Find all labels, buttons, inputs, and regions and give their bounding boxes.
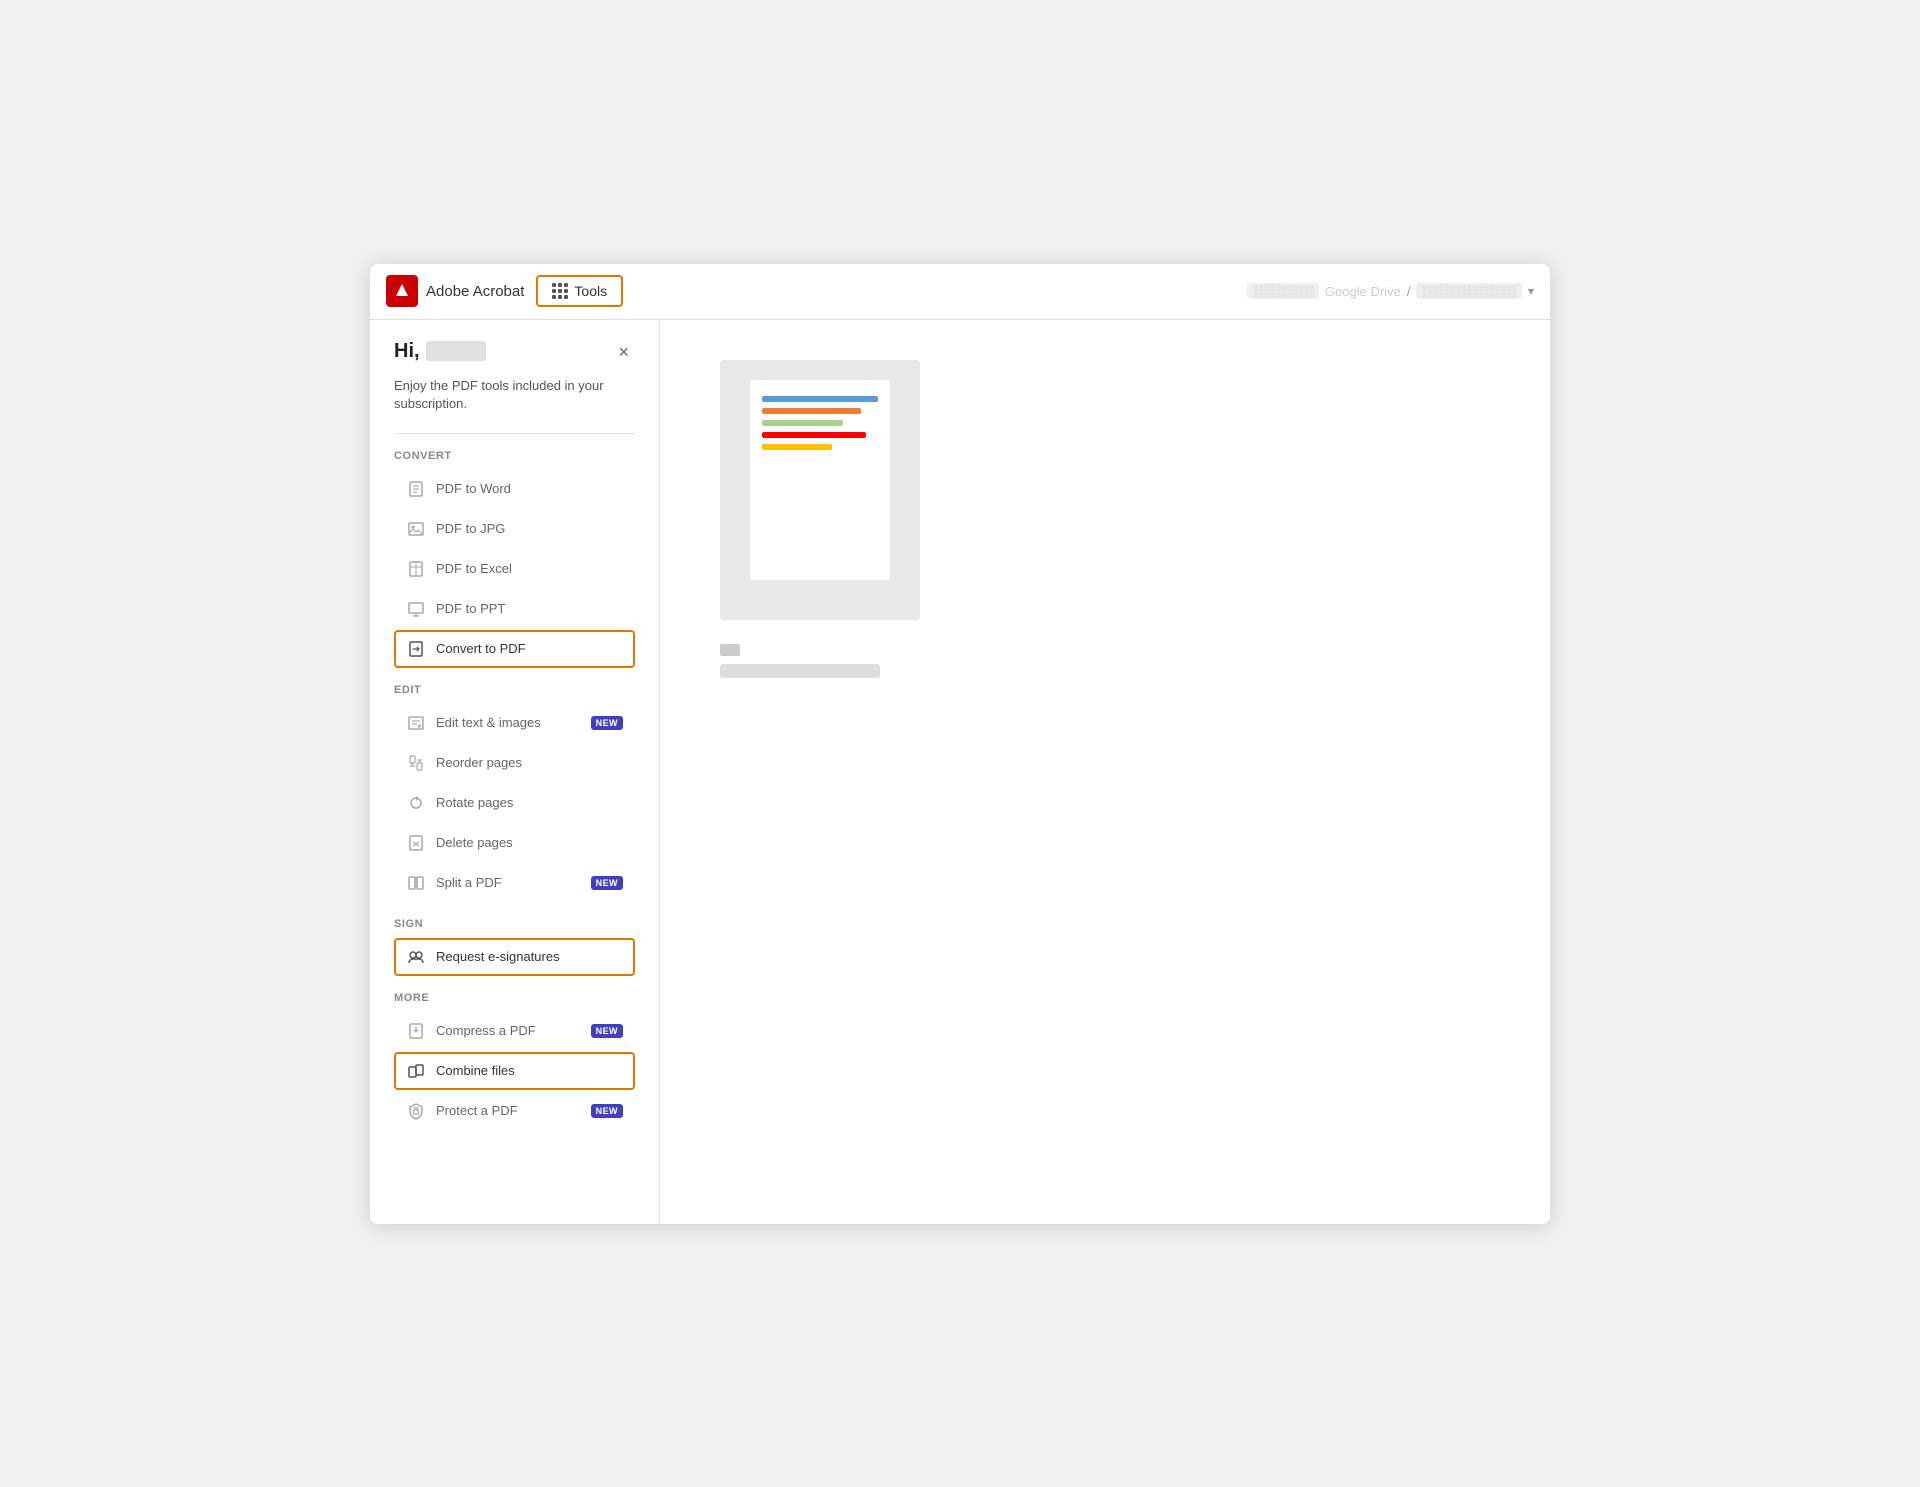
menu-item-compress-pdf[interactable]: Compress a PDF NEW	[394, 1012, 635, 1050]
menu-label-edit-text-images: Edit text & images	[436, 715, 581, 730]
chevron-down-icon[interactable]: ▾	[1528, 284, 1534, 298]
menu-item-rotate-pages[interactable]: Rotate pages	[394, 784, 635, 822]
app-window: Adobe Acrobat Tools ░░░░░░░ Google Drive…	[370, 264, 1550, 1224]
section-label-more: MORE	[394, 992, 635, 1004]
menu-label-pdf-to-excel: PDF to Excel	[436, 561, 623, 576]
menu-item-pdf-to-ppt[interactable]: PDF to PPT	[394, 590, 635, 628]
menu-item-pdf-to-jpg[interactable]: PDF to JPG	[394, 510, 635, 548]
menu-item-delete-pages[interactable]: Delete pages	[394, 824, 635, 862]
section-label-edit: EDIT	[394, 684, 635, 696]
file-name-blur	[720, 664, 880, 678]
header-file: ░░░░░░░░░░░	[1416, 283, 1522, 299]
tools-label: Tools	[574, 283, 607, 299]
menu-label-pdf-to-ppt: PDF to PPT	[436, 601, 623, 616]
page-count-blur	[720, 644, 740, 656]
header: Adobe Acrobat Tools ░░░░░░░ Google Drive…	[370, 264, 1550, 320]
greeting-name	[426, 341, 486, 361]
edit-icon	[406, 713, 426, 733]
header-right: ░░░░░░░ Google Drive / ░░░░░░░░░░░ ▾	[1247, 283, 1534, 299]
menu-item-combine-files[interactable]: Combine files	[394, 1052, 635, 1090]
tools-button[interactable]: Tools	[536, 275, 623, 307]
close-button[interactable]: ×	[612, 340, 635, 365]
body: Hi, × Enjoy the PDF tools included in yo…	[370, 320, 1550, 1224]
img-icon	[406, 519, 426, 539]
badge-new-protect-pdf: NEW	[591, 1104, 623, 1118]
section-edit: EDIT Edit text & images NEW Reorder pages Ro…	[394, 684, 635, 902]
menu-label-pdf-to-word: PDF to Word	[436, 481, 623, 496]
menu-label-convert-to-pdf: Convert to PDF	[436, 641, 623, 656]
menu-label-rotate-pages: Rotate pages	[436, 795, 623, 810]
menu-item-convert-to-pdf[interactable]: Convert to PDF	[394, 630, 635, 668]
delete-icon	[406, 833, 426, 853]
section-more: MORE Compress a PDF NEW Combine files Protec…	[394, 992, 635, 1130]
rotate-icon	[406, 793, 426, 813]
section-label-sign: SIGN	[394, 918, 635, 930]
section-convert: CONVERT PDF to Word PDF to JPG PDF to Excel…	[394, 450, 635, 668]
greeting: Hi,	[394, 340, 486, 363]
file-info	[720, 644, 1490, 678]
acrobat-logo	[386, 275, 418, 307]
menu-item-split-pdf[interactable]: Split a PDF NEW	[394, 864, 635, 902]
menu-item-protect-pdf[interactable]: Protect a PDF NEW	[394, 1092, 635, 1130]
menu-label-protect-pdf: Protect a PDF	[436, 1103, 581, 1118]
badge-new-compress-pdf: NEW	[591, 1024, 623, 1038]
doc-icon	[406, 479, 426, 499]
header-username: ░░░░░░░	[1247, 283, 1319, 299]
subtitle: Enjoy the PDF tools included in your sub…	[394, 377, 635, 413]
menu-label-delete-pages: Delete pages	[436, 835, 623, 850]
menu-label-split-pdf: Split a PDF	[436, 875, 581, 890]
sidebar-sections: CONVERT PDF to Word PDF to JPG PDF to Excel…	[394, 450, 635, 1130]
pdf-inner	[750, 380, 890, 580]
pdf-line-1	[762, 408, 861, 414]
badge-new-edit-text-images: NEW	[591, 716, 623, 730]
ppt-icon	[406, 599, 426, 619]
pdf-line-2	[762, 420, 843, 426]
grid-icon	[552, 283, 568, 299]
menu-item-pdf-to-word[interactable]: PDF to Word	[394, 470, 635, 508]
menu-item-pdf-to-excel[interactable]: PDF to Excel	[394, 550, 635, 588]
header-slash: /	[1407, 284, 1411, 299]
section-sign: SIGN Request e-signatures	[394, 918, 635, 976]
sidebar-header: Hi, ×	[394, 340, 635, 365]
combine-icon	[406, 1061, 426, 1081]
menu-label-request-esignatures: Request e-signatures	[436, 949, 623, 964]
pdf-thumbnail	[720, 360, 920, 620]
protect-icon	[406, 1101, 426, 1121]
app-name: Adobe Acrobat	[426, 283, 524, 300]
section-label-convert: CONVERT	[394, 450, 635, 462]
menu-label-reorder-pages: Reorder pages	[436, 755, 623, 770]
pdf-line-4	[762, 444, 832, 450]
main-content	[660, 320, 1550, 1224]
pdf-line-3	[762, 432, 866, 438]
sidebar: Hi, × Enjoy the PDF tools included in yo…	[370, 320, 660, 1224]
convert-icon	[406, 639, 426, 659]
google-drive-label: Google Drive	[1325, 284, 1401, 299]
sign-icon	[406, 947, 426, 967]
compress-icon	[406, 1021, 426, 1041]
logo-area: Adobe Acrobat	[386, 275, 524, 307]
menu-item-request-esignatures[interactable]: Request e-signatures	[394, 938, 635, 976]
menu-label-pdf-to-jpg: PDF to JPG	[436, 521, 623, 536]
pdf-line-0	[762, 396, 878, 402]
badge-new-split-pdf: NEW	[591, 876, 623, 890]
menu-item-reorder-pages[interactable]: Reorder pages	[394, 744, 635, 782]
greeting-text: Hi,	[394, 340, 420, 363]
reorder-icon	[406, 753, 426, 773]
xls-icon	[406, 559, 426, 579]
split-icon	[406, 873, 426, 893]
menu-label-compress-pdf: Compress a PDF	[436, 1023, 581, 1038]
menu-item-edit-text-images[interactable]: Edit text & images NEW	[394, 704, 635, 742]
divider	[394, 433, 635, 434]
menu-label-combine-files: Combine files	[436, 1063, 623, 1078]
